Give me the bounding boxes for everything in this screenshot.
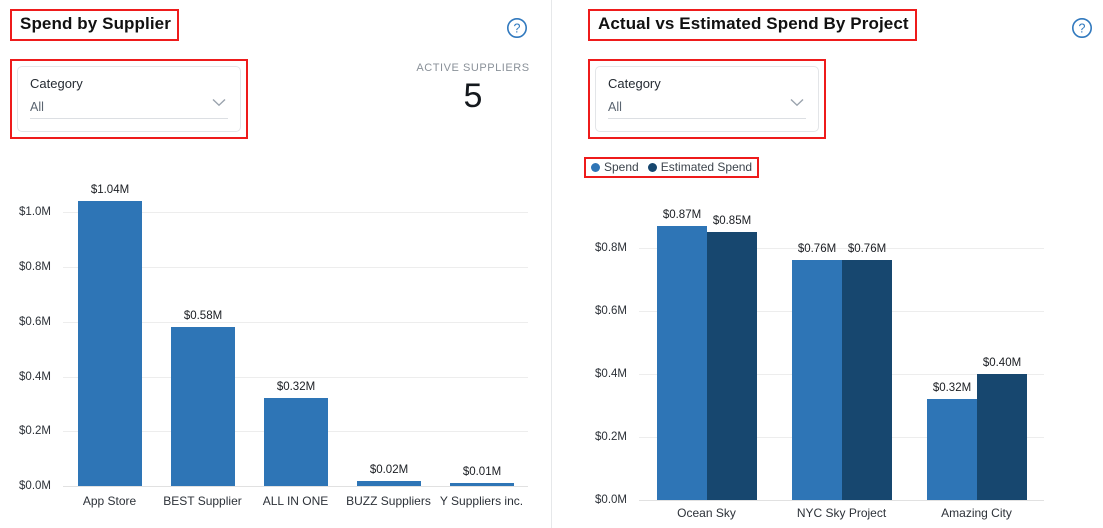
- chevron-down-icon: [790, 98, 804, 107]
- bar[interactable]: [264, 398, 328, 486]
- y-axis-tick-label: $0.8M: [595, 242, 627, 254]
- active-suppliers-kpi-value: 5: [463, 77, 483, 115]
- bar-value-label: $0.76M: [847, 243, 887, 255]
- y-axis-tick-label: $0.0M: [595, 494, 627, 506]
- page-title: Actual vs Estimated Spend By Project: [598, 14, 909, 33]
- bar-value-label: $1.04M: [90, 184, 130, 196]
- category-select[interactable]: All: [30, 95, 228, 119]
- bar[interactable]: [927, 399, 977, 500]
- title-annotation-box: Spend by Supplier: [10, 9, 179, 41]
- y-axis-tick-label: $1.0M: [19, 206, 51, 218]
- bar-value-label: $0.85M: [712, 215, 752, 227]
- x-axis-category-label: NYC Sky Project: [796, 506, 887, 520]
- y-axis-tick-label: $0.4M: [19, 371, 51, 383]
- chart-legend: Spend Estimated Spend: [591, 160, 752, 174]
- title-annotation-box: Actual vs Estimated Spend By Project: [588, 9, 917, 41]
- x-axis-category-label: Amazing City: [941, 506, 1012, 520]
- actual-vs-estimated-chart: $0.0M $0.2M $0.4M $0.6M $0.8M $0.87M $0.85M Oce…: [576, 186, 1103, 528]
- legend-item-label: Estimated Spend: [660, 160, 753, 174]
- y-axis-tick-label: $0.6M: [19, 316, 51, 328]
- x-axis-category-label: Ocean Sky: [677, 506, 736, 520]
- category-filter-annotation-box: Category All: [588, 59, 826, 139]
- x-axis-category-label: Y Suppliers inc.: [439, 494, 524, 508]
- category-filter-label: Category: [30, 76, 83, 91]
- question-circle-icon[interactable]: ?: [506, 17, 528, 39]
- spend-by-supplier-plot-area: $0.0M $0.2M $0.4M $0.6M $0.8M $1.0M $1.04M App …: [0, 160, 551, 528]
- x-axis-category-label: BEST Supplier: [163, 494, 242, 508]
- x-axis-category-label: BUZZ Suppliers: [346, 494, 431, 508]
- actual-vs-estimated-plot-area: $0.0M $0.2M $0.4M $0.6M $0.8M $0.87M $0.85M Oce…: [576, 186, 1103, 528]
- category-select-value: All: [608, 99, 622, 114]
- category-select[interactable]: All: [608, 95, 806, 119]
- x-axis-baseline: [63, 486, 528, 487]
- svg-text:?: ?: [1079, 21, 1086, 35]
- bar-value-label: $0.40M: [982, 357, 1022, 369]
- category-filter-annotation-box: Category All: [10, 59, 248, 139]
- category-filter-label: Category: [608, 76, 661, 91]
- category-filter-card: Category All: [17, 66, 241, 132]
- bar[interactable]: [657, 226, 707, 500]
- y-axis-tick-label: $0.8M: [19, 261, 51, 273]
- page-title: Spend by Supplier: [20, 14, 171, 33]
- y-axis-tick-label: $0.0M: [19, 480, 51, 492]
- legend-annotation-box: Spend Estimated Spend: [584, 157, 760, 178]
- category-select-value: All: [30, 99, 44, 114]
- y-axis-tick-label: $0.6M: [595, 305, 627, 317]
- active-suppliers-kpi: ACTIVE SUPPLIERS 5: [398, 62, 548, 116]
- bar-value-label: $0.02M: [369, 464, 409, 476]
- legend-color-swatch: [647, 162, 657, 172]
- bar-value-label: $0.01M: [462, 466, 502, 478]
- legend-item-label: Spend: [604, 160, 639, 174]
- spend-by-supplier-panel: Spend by Supplier ? Category All ACTIVE …: [0, 0, 551, 528]
- x-axis-baseline: [639, 500, 1044, 501]
- actual-vs-estimated-panel: Actual vs Estimated Spend By Project ? C…: [551, 0, 1103, 528]
- dashboard: Spend by Supplier ? Category All ACTIVE …: [0, 0, 1103, 528]
- bar[interactable]: [977, 374, 1027, 500]
- chevron-down-icon: [212, 98, 226, 107]
- svg-text:?: ?: [514, 21, 521, 35]
- bar[interactable]: [171, 327, 235, 486]
- spend-by-supplier-chart: $0.0M $0.2M $0.4M $0.6M $0.8M $1.0M $1.04M App …: [0, 160, 551, 528]
- bar[interactable]: [707, 232, 757, 500]
- y-axis-tick-label: $0.2M: [595, 431, 627, 443]
- question-circle-icon[interactable]: ?: [1071, 17, 1093, 39]
- y-axis-tick-label: $0.2M: [19, 425, 51, 437]
- bar[interactable]: [78, 201, 142, 486]
- x-axis-category-label: App Store: [82, 494, 137, 508]
- legend-color-swatch: [591, 162, 600, 172]
- bar-value-label: $0.58M: [183, 310, 223, 322]
- legend-item[interactable]: Estimated Spend: [647, 160, 753, 174]
- category-filter-card: Category All: [595, 66, 819, 132]
- bar-value-label: $0.32M: [276, 381, 316, 393]
- bar[interactable]: [842, 260, 892, 500]
- y-axis-tick-label: $0.4M: [595, 368, 627, 380]
- bar[interactable]: [792, 260, 842, 500]
- legend-item[interactable]: Spend: [591, 160, 639, 174]
- x-axis-category-label: ALL IN ONE: [262, 494, 329, 508]
- active-suppliers-kpi-label: ACTIVE SUPPLIERS: [416, 62, 530, 74]
